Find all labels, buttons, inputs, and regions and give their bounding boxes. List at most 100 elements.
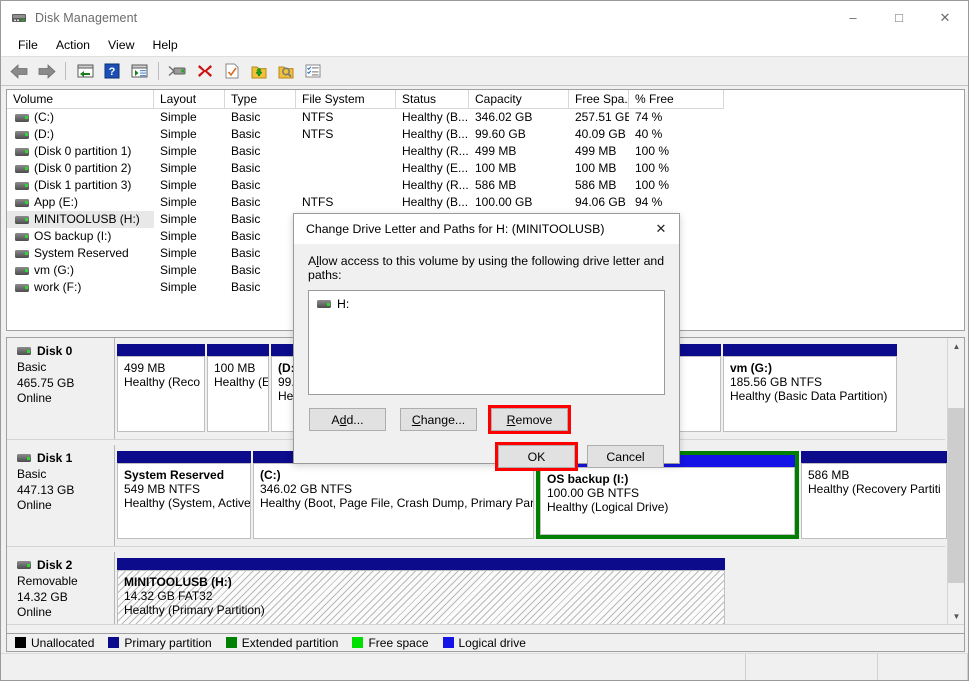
legend-label: Extended partition — [241, 635, 339, 650]
menu-action[interactable]: Action — [47, 36, 99, 54]
disk-info[interactable]: Disk 0 Basic 465.75 GB Online — [7, 338, 115, 439]
volume-label: System Reserved — [34, 246, 129, 260]
list-item[interactable]: H: — [317, 297, 656, 311]
partition-color-bar — [723, 344, 897, 356]
scroll-thumb[interactable] — [948, 408, 964, 583]
volume-label: vm (G:) — [34, 263, 74, 277]
drive-paths-listbox[interactable]: H: — [308, 290, 665, 395]
table-row[interactable]: (Disk 0 partition 2) Simple Basic Healthy (… — [7, 160, 964, 177]
column-header-free[interactable]: % Free — [629, 90, 724, 109]
minimize-button[interactable]: – — [830, 1, 876, 34]
table-row[interactable]: App (E:) Simple Basic NTFS Healthy (B... 100.… — [7, 194, 964, 211]
dialog-close-icon[interactable]: ✕ — [643, 214, 679, 244]
remove-button[interactable]: Remove — [488, 405, 571, 434]
disk-title: Disk 2 — [17, 558, 114, 572]
close-button[interactable]: ✕ — [922, 1, 968, 34]
disk-icon — [17, 561, 31, 569]
cell-type: Basic — [231, 246, 261, 260]
menu-file[interactable]: File — [9, 36, 47, 54]
legend-swatch — [108, 637, 120, 648]
legend-swatch — [225, 637, 237, 648]
column-header-volume[interactable]: Volume — [7, 90, 154, 109]
menu-help[interactable]: Help — [143, 36, 186, 54]
cell-fs: NTFS — [302, 110, 334, 124]
dialog-title-bar: Change Drive Letter and Paths for H: (MI… — [294, 214, 679, 244]
partition-block[interactable]: 100 MB Healthy (E — [207, 344, 269, 432]
delete-icon[interactable] — [193, 59, 217, 83]
change-button[interactable]: Change... — [400, 408, 477, 431]
cancel-button[interactable]: Cancel — [587, 445, 664, 468]
ok-button[interactable]: OK — [495, 442, 578, 471]
volume-label: (C:) — [34, 110, 54, 124]
disk-map-vertical-scrollbar[interactable]: ▲ ▼ — [947, 338, 964, 625]
forward-arrow-icon[interactable] — [34, 59, 58, 83]
cell-layout: Simple — [160, 280, 197, 294]
drive-icon — [15, 113, 29, 122]
cell-type: Basic — [231, 229, 261, 243]
partition-line-1: (C:) — [260, 468, 281, 482]
legend-item: Logical drive — [442, 636, 526, 650]
volume-name-cell: (C:) — [7, 109, 154, 126]
scroll-up-icon[interactable]: ▲ — [948, 338, 964, 355]
volume-name-cell: (D:) — [7, 126, 154, 143]
column-header-free-spa[interactable]: Free Spa... — [569, 90, 629, 109]
up-one-level-icon[interactable] — [73, 59, 97, 83]
partition-details: 499 MB Healthy (Reco — [117, 356, 205, 432]
disk-size: 14.32 GB — [17, 589, 68, 604]
maximize-button[interactable]: □ — [876, 1, 922, 34]
partition-block[interactable]: 499 MB Healthy (Reco — [117, 344, 205, 432]
show-console-tree-icon[interactable] — [127, 59, 151, 83]
column-header-file-system[interactable]: File System — [296, 90, 396, 109]
legend-item: Unallocated — [15, 636, 94, 650]
legend-swatch — [352, 637, 364, 648]
partition-block[interactable]: System Reserved 549 MB NTFS Healthy (Syste… — [117, 451, 251, 539]
partition-line-3: Healthy (Boot, Page File, Crash Dump, Pr… — [260, 496, 534, 510]
column-header-capacity[interactable]: Capacity — [469, 90, 569, 109]
back-arrow-icon[interactable] — [7, 59, 31, 83]
cell-pct: 74 % — [635, 110, 663, 124]
drive-icon — [15, 249, 29, 258]
disk-kind: Basic — [17, 360, 47, 374]
help-icon[interactable]: ? — [100, 59, 124, 83]
cell-free: 499 MB — [575, 144, 617, 158]
cell-free: 40.09 GB — [575, 127, 626, 141]
column-header-layout[interactable]: Layout — [154, 90, 225, 109]
legend-item: Primary partition — [108, 636, 212, 650]
table-row[interactable]: (D:) Simple Basic NTFS Healthy (B... 99.60 GB… — [7, 126, 964, 143]
table-row[interactable]: (C:) Simple Basic NTFS Healthy (B... 346.02 G… — [7, 109, 964, 126]
add-button[interactable]: Ad d... — [309, 408, 386, 431]
partition-block[interactable]: vm (G:) 185.56 GB NTFS Healthy (Basic Data… — [723, 344, 897, 432]
column-header-type[interactable]: Type — [225, 90, 296, 109]
volume-name-cell: (Disk 0 partition 2) — [7, 160, 154, 177]
properties-icon[interactable] — [220, 59, 244, 83]
table-row[interactable]: (Disk 0 partition 1) Simple Basic Healthy (… — [7, 143, 964, 160]
drive-icon — [15, 198, 29, 207]
disk-size: 447.13 GB — [17, 482, 75, 497]
find-icon[interactable] — [274, 59, 298, 83]
partition-color-bar — [801, 451, 947, 463]
volume-label: MINITOOLUSB (H:) — [34, 212, 140, 226]
dialog-prompt: Allow access to this volume by using the… — [308, 254, 665, 282]
legend-item: Free space — [352, 636, 429, 650]
details-icon[interactable] — [301, 59, 325, 83]
volume-label: (D:) — [34, 127, 54, 141]
disk-info[interactable]: Disk 1 Basic 447.13 GB Online — [7, 445, 115, 546]
partition-color-bar — [117, 558, 725, 570]
partition-line-3: Healthy (E — [214, 375, 269, 389]
scroll-down-icon[interactable]: ▼ — [948, 608, 964, 625]
partition-line-2: 14.32 GB FAT32 — [124, 589, 213, 603]
export-list-icon[interactable] — [247, 59, 271, 83]
partition-block[interactable]: 586 MB Healthy (Recovery Partiti — [801, 451, 947, 539]
partition-line-2: 549 MB NTFS — [124, 482, 201, 496]
cell-free: 94.06 GB — [575, 195, 626, 209]
drive-icon — [15, 232, 29, 241]
rescan-disks-icon[interactable] — [166, 59, 190, 83]
table-row[interactable]: (Disk 1 partition 3) Simple Basic Healthy (… — [7, 177, 964, 194]
disk-management-window: Disk Management – □ ✕ File Action View H… — [0, 0, 969, 681]
menu-view[interactable]: View — [99, 36, 143, 54]
partition-details: System Reserved 549 MB NTFS Healthy (Syste… — [117, 463, 251, 539]
column-header-status[interactable]: Status — [396, 90, 469, 109]
cell-fs: NTFS — [302, 195, 334, 209]
cell-type: Basic — [231, 263, 261, 277]
disk-state: Online — [17, 498, 52, 512]
